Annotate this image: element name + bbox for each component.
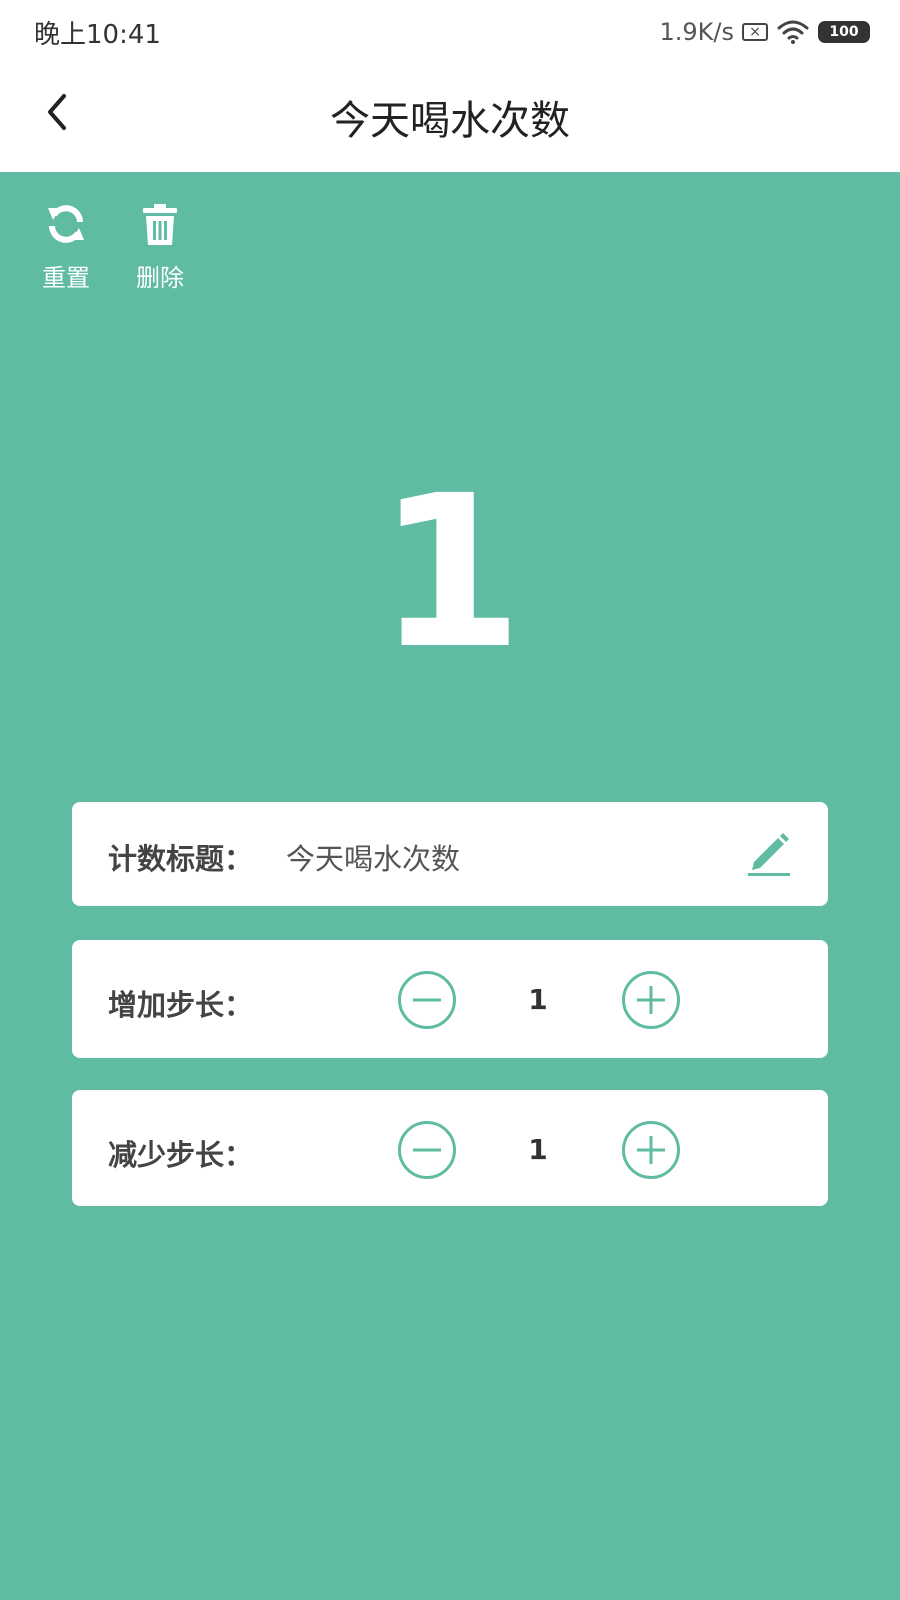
increase-step-minus-icon[interactable] — [397, 970, 457, 1030]
increase-step-card: 增加步长： 1 — [72, 940, 828, 1058]
app-bar: 今天喝水次数 — [0, 64, 900, 172]
wifi-icon — [777, 20, 809, 44]
decrease-step-minus-icon[interactable] — [397, 1120, 457, 1180]
status-time: 晚上10:41 — [34, 20, 161, 50]
refresh-icon — [48, 205, 84, 243]
reset-label: 重置 — [42, 264, 90, 292]
decrease-step-label: 减少步长： — [108, 1138, 254, 1172]
status-icons: 1.9K/s × 100 — [659, 14, 870, 50]
battery-level: 100 — [829, 24, 859, 40]
increase-step-label: 增加步长： — [108, 988, 254, 1022]
decrease-step-plus-icon[interactable] — [621, 1120, 681, 1180]
edit-pencil-icon[interactable] — [746, 828, 792, 878]
title-card: 计数标题： 今天喝水次数 — [72, 802, 828, 906]
increase-step-value: 1 — [528, 983, 548, 1016]
no-sim-icon: × — [742, 23, 768, 41]
decrease-step-card: 减少步长： 1 — [72, 1090, 828, 1206]
page-title: 今天喝水次数 — [330, 98, 570, 144]
reset-button[interactable]: 重置 — [26, 200, 106, 293]
status-bar: 晚上10:41 1.9K/s × 100 — [0, 0, 900, 64]
trash-icon — [143, 204, 177, 245]
decrease-step-value: 1 — [528, 1133, 548, 1166]
delete-button[interactable]: 删除 — [120, 200, 200, 293]
increase-step-plus-icon[interactable] — [621, 970, 681, 1030]
network-speed: 1.9K/s — [659, 18, 735, 46]
delete-label: 删除 — [136, 264, 184, 292]
title-value: 今天喝水次数 — [286, 842, 461, 876]
counter-value[interactable]: 1 — [0, 450, 900, 695]
top-bar-container: 晚上10:41 1.9K/s × 100 今天喝水次数 — [0, 0, 900, 172]
battery-icon: 100 — [818, 21, 870, 43]
title-label: 计数标题： — [108, 842, 254, 876]
